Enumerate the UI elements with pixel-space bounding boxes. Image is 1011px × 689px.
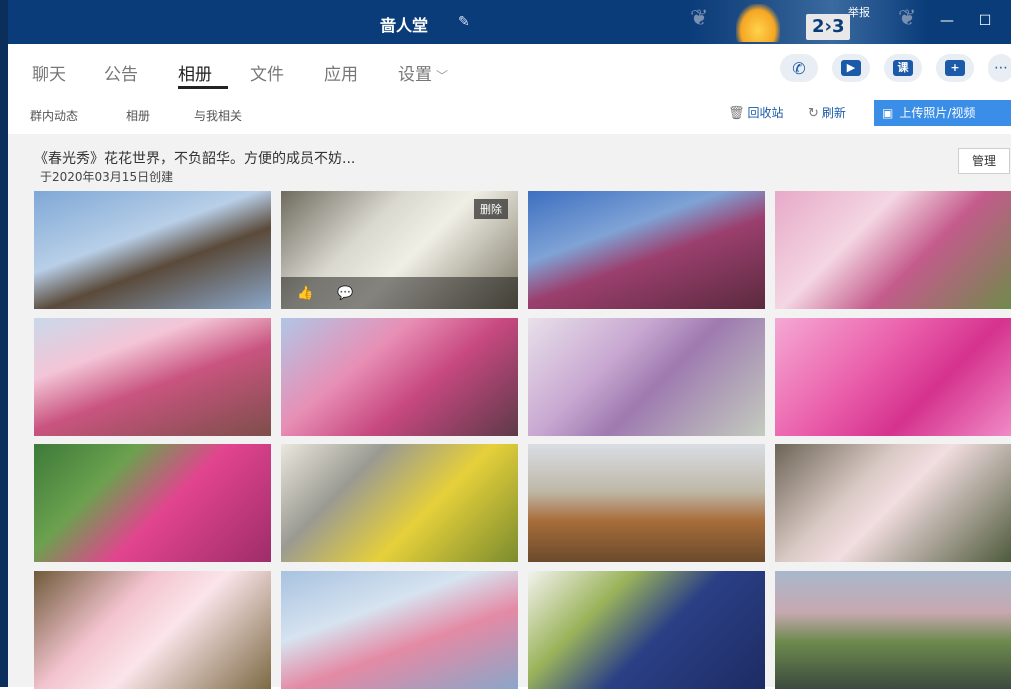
title-bar: 啬人堂 ✎ ❦ 2›3 举报 ❦ — ☐ (8, 0, 1011, 44)
photo-thumbnail-people-on-bridge[interactable] (528, 444, 765, 562)
tab-settings-label: 设置 (398, 65, 432, 85)
photo-thumbnail-peach-blossom-branch[interactable] (34, 571, 271, 689)
phone-icon: ✆ (792, 58, 806, 78)
photo-thumbnail-forsythia-roof-tiles[interactable] (281, 444, 518, 562)
trash-icon: 🗑 (728, 106, 745, 121)
event-banner[interactable]: ❦ 2›3 举报 ❦ (688, 0, 928, 44)
add-button[interactable]: + (936, 54, 974, 82)
minimize-button[interactable]: — (936, 10, 958, 32)
photo-thumbnail-pink-fruit-leaf-drop[interactable] (34, 444, 271, 562)
album-title: 《春光秀》花花世界，不负韶华。方便的成员不妨... (34, 151, 356, 167)
upload-label: 上传照片/视频 (899, 106, 976, 120)
comment-icon[interactable]: 💬 (337, 286, 353, 301)
photo-thumbnail-lilac-close-up[interactable] (528, 318, 765, 436)
photo-thumbnail-pink-buds-blue-sky[interactable] (528, 191, 765, 309)
more-icon: ⋯ (994, 60, 1008, 76)
laurel-right-icon: ❦ (898, 6, 917, 31)
photo-thumbnail-pink-magnolia-blooms[interactable] (775, 191, 1011, 309)
photo-thumbnail-pink-magnolia-building[interactable] (34, 318, 271, 436)
recycle-bin-button[interactable]: 🗑 回收站 (728, 104, 784, 121)
album-created-date: 于2020年03月15日创建 (40, 170, 174, 184)
phone-call-button[interactable]: ✆ (780, 54, 818, 82)
lesson-button[interactable]: 课 (884, 54, 922, 82)
delete-photo-button[interactable]: 删除 (474, 199, 508, 219)
subtab-related-to-me[interactable]: 与我相关 (194, 107, 242, 124)
tab-apps[interactable]: 应用 (324, 60, 358, 85)
flame-icon (736, 4, 780, 42)
tab-settings[interactable]: 设置 ﹀ (398, 60, 448, 85)
album-subtabs: 群内动态 相册 与我相关 🗑 回收站 ↻ 刷新 ▣ 上传照片/视频 (8, 92, 1011, 135)
upload-button[interactable]: ▣ 上传照片/视频 (874, 100, 1011, 126)
upload-image-icon: ▣ (882, 106, 894, 120)
photo-thumbnail-white-magnolia-close[interactable]: 删除 👍 💬 (281, 191, 518, 309)
photo-thumbnail-pink-peony[interactable] (775, 318, 1011, 436)
banner-score: 2›3 (806, 14, 851, 40)
main-tabs: 聊天 公告 相册 文件 应用 设置 ﹀ ✆ ▶ 课 + ⋯ (8, 44, 1011, 93)
laurel-left-icon: ❦ (690, 6, 709, 31)
refresh-label: 刷新 (821, 106, 846, 120)
photo-thumbnail-blossom-by-water[interactable] (775, 444, 1011, 562)
active-tab-indicator (178, 86, 228, 89)
plus-icon: + (945, 60, 965, 76)
window-left-border (0, 0, 8, 687)
photo-thumbnail-park-pond-swans[interactable] (775, 571, 1011, 689)
tab-chat[interactable]: 聊天 (32, 60, 66, 85)
report-link[interactable]: 举报 (848, 4, 870, 20)
maximize-button[interactable]: ☐ (974, 10, 996, 32)
photo-thumbnail-magnolia-branches-sky[interactable] (34, 191, 271, 309)
recycle-bin-label: 回收站 (747, 106, 784, 120)
tab-album[interactable]: 相册 (178, 60, 212, 85)
photo-thumbnail-pink-magnolia-cluster[interactable] (281, 318, 518, 436)
photo-action-bar: 👍 💬 (281, 277, 518, 309)
chevron-down-icon: ﹀ (436, 69, 449, 83)
tab-notice[interactable]: 公告 (104, 60, 138, 85)
edit-name-icon[interactable]: ✎ (458, 14, 474, 30)
video-call-button[interactable]: ▶ (832, 54, 870, 82)
video-icon: ▶ (841, 60, 861, 76)
lesson-icon: 课 (893, 60, 913, 76)
refresh-button[interactable]: ↻ 刷新 (808, 104, 846, 121)
manage-button[interactable]: 管理 (958, 148, 1010, 174)
subtab-album[interactable]: 相册 (126, 107, 150, 124)
subtab-group-activity[interactable]: 群内动态 (30, 107, 78, 124)
photo-thumbnail-peach-blossom-sky[interactable] (281, 571, 518, 689)
more-button[interactable]: ⋯ (988, 54, 1011, 82)
tab-files[interactable]: 文件 (250, 60, 284, 85)
like-icon[interactable]: 👍 (297, 286, 313, 301)
refresh-icon: ↻ (808, 106, 819, 121)
group-name: 啬人堂 (380, 16, 429, 35)
album-content: 《春光秀》花花世界，不负韶华。方便的成员不妨... 于2020年03月15日创建… (8, 134, 1011, 689)
photo-thumbnail-blue-roof-tiles-blossom[interactable] (528, 571, 765, 689)
